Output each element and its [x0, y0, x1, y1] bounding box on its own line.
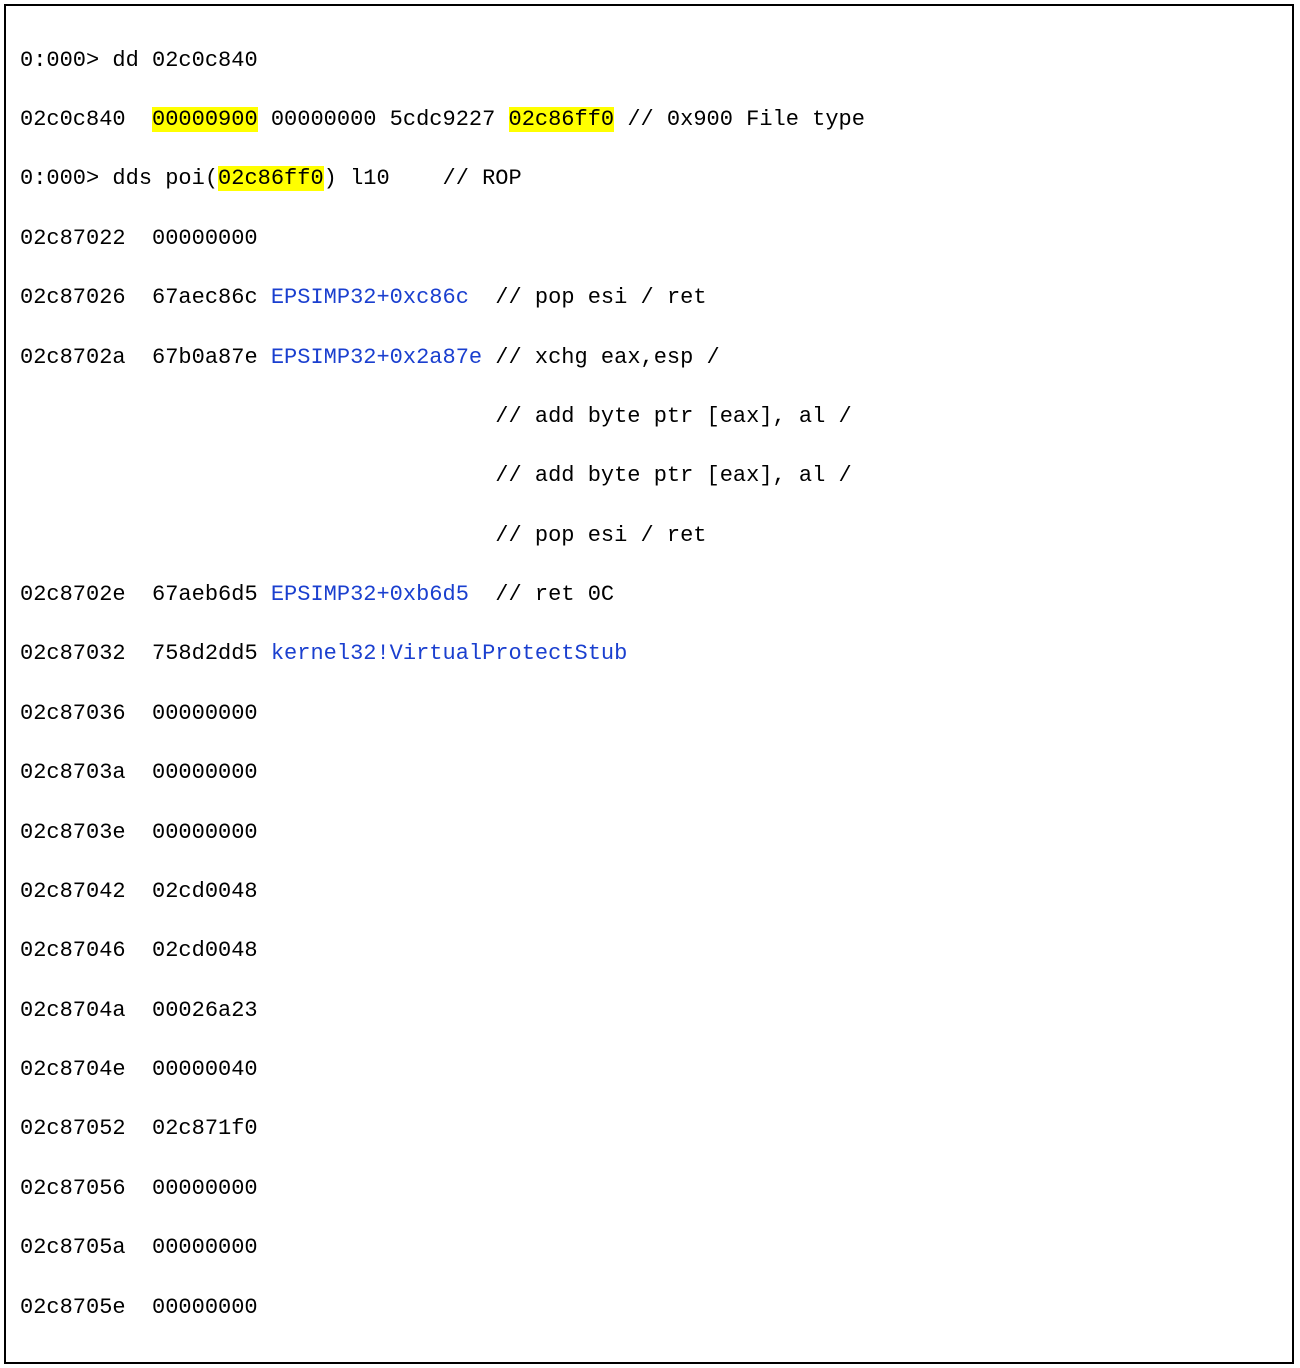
comment-line: // pop esi / ret — [20, 521, 1278, 551]
value: 67aeb6d5 — [152, 582, 271, 607]
dds-row: 02c8705e 00000000 — [20, 1293, 1278, 1323]
debugger-output: 0:000> dd 02c0c840 02c0c840 00000900 000… — [4, 4, 1294, 1364]
comment: // ROP — [443, 166, 522, 191]
comment-line: // add byte ptr [eax], al / — [20, 402, 1278, 432]
dd-mid: 00000000 5cdc9227 — [258, 107, 509, 132]
dds-row: 02c87026 67aec86c EPSIMP32+0xc86c // pop… — [20, 283, 1278, 313]
dds-row: 02c8702a 67b0a87e EPSIMP32+0x2a87e // xc… — [20, 343, 1278, 373]
dds-row: 02c87056 00000000 — [20, 1174, 1278, 1204]
value: 67aec86c — [152, 285, 271, 310]
cmd-line-1: 0:000> dd 02c0c840 — [20, 46, 1278, 76]
value: 67b0a87e — [152, 345, 271, 370]
cmd: dd 02c0c840 — [112, 48, 257, 73]
comment: // pop esi / ret — [469, 285, 707, 310]
dds-row: 02c8704a 00026a23 — [20, 996, 1278, 1026]
symbol: kernel32!VirtualProtectStub — [271, 641, 627, 666]
cmd-post: ) l10 — [324, 166, 443, 191]
prompt: 0:000> — [20, 166, 112, 191]
addr: 02c87032 — [20, 641, 152, 666]
prompt: 0:000> — [20, 48, 112, 73]
comment: // 0x900 File type — [614, 107, 865, 132]
comment-line: // add byte ptr [eax], al / — [20, 461, 1278, 491]
dds-row: 02c87022 00000000 — [20, 224, 1278, 254]
ptr-highlight: 02c86ff0 — [509, 107, 615, 132]
dds-row: 02c87032 758d2dd5 kernel32!VirtualProtec… — [20, 639, 1278, 669]
dds-row: 02c8703a 00000000 — [20, 758, 1278, 788]
symbol: EPSIMP32+0x2a87e — [271, 345, 482, 370]
addr: 02c8702a — [20, 345, 152, 370]
value: 758d2dd5 — [152, 641, 271, 666]
addr: 02c8702e — [20, 582, 152, 607]
dds-row: 02c8702e 67aeb6d5 EPSIMP32+0xb6d5 // ret… — [20, 580, 1278, 610]
dds-row: 02c87052 02c871f0 — [20, 1114, 1278, 1144]
addr: 02c0c840 — [20, 107, 152, 132]
dds-row: 02c87046 02cd0048 — [20, 936, 1278, 966]
dds-row: 02c8703e 00000000 — [20, 818, 1278, 848]
file-type-highlight: 00000900 — [152, 107, 258, 132]
cmd-line-2: 0:000> dds poi(02c86ff0) l10 // ROP — [20, 164, 1278, 194]
addr: 02c87026 — [20, 285, 152, 310]
poi-arg-highlight: 02c86ff0 — [218, 166, 324, 191]
comment: // ret 0C — [469, 582, 614, 607]
symbol: EPSIMP32+0xb6d5 — [271, 582, 469, 607]
dds-row: 02c8704e 00000040 — [20, 1055, 1278, 1085]
symbol: EPSIMP32+0xc86c — [271, 285, 469, 310]
cmd-pre: dds poi( — [112, 166, 218, 191]
dds-row: 02c8705a 00000000 — [20, 1233, 1278, 1263]
dds-row: 02c87042 02cd0048 — [20, 877, 1278, 907]
comment: // xchg eax,esp / — [482, 345, 720, 370]
dds-row: 02c87036 00000000 — [20, 699, 1278, 729]
dd-row: 02c0c840 00000900 00000000 5cdc9227 02c8… — [20, 105, 1278, 135]
